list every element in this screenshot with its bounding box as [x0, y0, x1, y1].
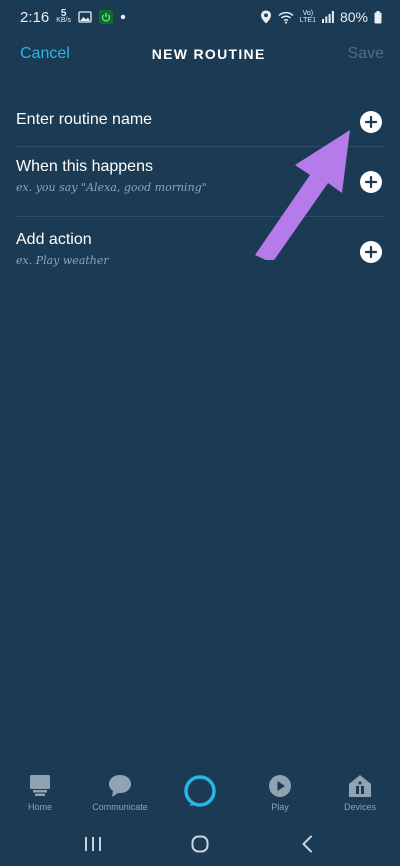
nav-communicate[interactable]: Communicate: [80, 768, 160, 812]
recent-apps-button[interactable]: [63, 829, 123, 859]
status-left: 2:16 5 KB/s: [20, 9, 126, 26]
nav-home[interactable]: Home: [0, 768, 80, 812]
cancel-button[interactable]: Cancel: [20, 45, 70, 63]
battery-percent: 80%: [339, 9, 368, 25]
nav-devices-label: Devices: [343, 802, 376, 812]
plus-icon: [365, 176, 377, 188]
power-app-icon: [99, 10, 113, 24]
volte-indicator: Vo) LTE1: [300, 10, 316, 24]
battery-icon: [374, 10, 382, 23]
wifi-icon: [278, 11, 294, 24]
home-circle-icon: [191, 835, 209, 853]
network-speed-value: 5: [60, 8, 67, 19]
nav-devices[interactable]: Devices: [320, 768, 400, 812]
status-time: 2:16: [20, 8, 50, 26]
recent-apps-icon: [85, 837, 102, 851]
bottom-nav: Home Communicate Play Devices: [0, 768, 400, 822]
annotation-arrow-icon: [255, 130, 350, 260]
home-button[interactable]: [170, 829, 230, 859]
location-icon: [260, 10, 271, 24]
gallery-icon: [78, 11, 92, 23]
system-nav-bar: [0, 822, 400, 866]
plus-icon: [365, 246, 377, 258]
volte-top: Vo): [302, 10, 314, 17]
play-icon: [269, 775, 291, 797]
nav-communicate-label: Communicate: [92, 802, 148, 812]
volte-bottom: LTE1: [299, 17, 316, 24]
home-icon: [30, 775, 50, 796]
alexa-icon: [184, 775, 216, 807]
network-speed-unit: KB/s: [56, 17, 71, 24]
add-trigger-button[interactable]: [360, 171, 382, 193]
page-title: NEW ROUTINE: [151, 46, 266, 62]
alexa-button[interactable]: [160, 768, 240, 808]
nav-home-label: Home: [27, 802, 52, 812]
save-button[interactable]: Save: [348, 45, 384, 63]
signal-icon: [321, 11, 334, 23]
status-right: Vo) LTE1 80%: [260, 9, 382, 25]
devices-icon: [349, 775, 371, 797]
back-icon: [302, 835, 312, 853]
notification-dot-icon: [120, 14, 126, 20]
add-action-button[interactable]: [360, 241, 382, 263]
header: Cancel NEW ROUTINE Save: [0, 34, 400, 74]
nav-play-label: Play: [271, 802, 289, 812]
status-bar: 2:16 5 KB/s Vo) LTE1 80%: [0, 0, 400, 34]
back-button[interactable]: [277, 829, 337, 859]
plus-icon: [365, 116, 377, 128]
add-routine-name-button[interactable]: [360, 111, 382, 133]
nav-play[interactable]: Play: [240, 768, 320, 812]
network-speed: 5 KB/s: [56, 8, 71, 25]
speech-bubble-icon: [109, 775, 131, 797]
